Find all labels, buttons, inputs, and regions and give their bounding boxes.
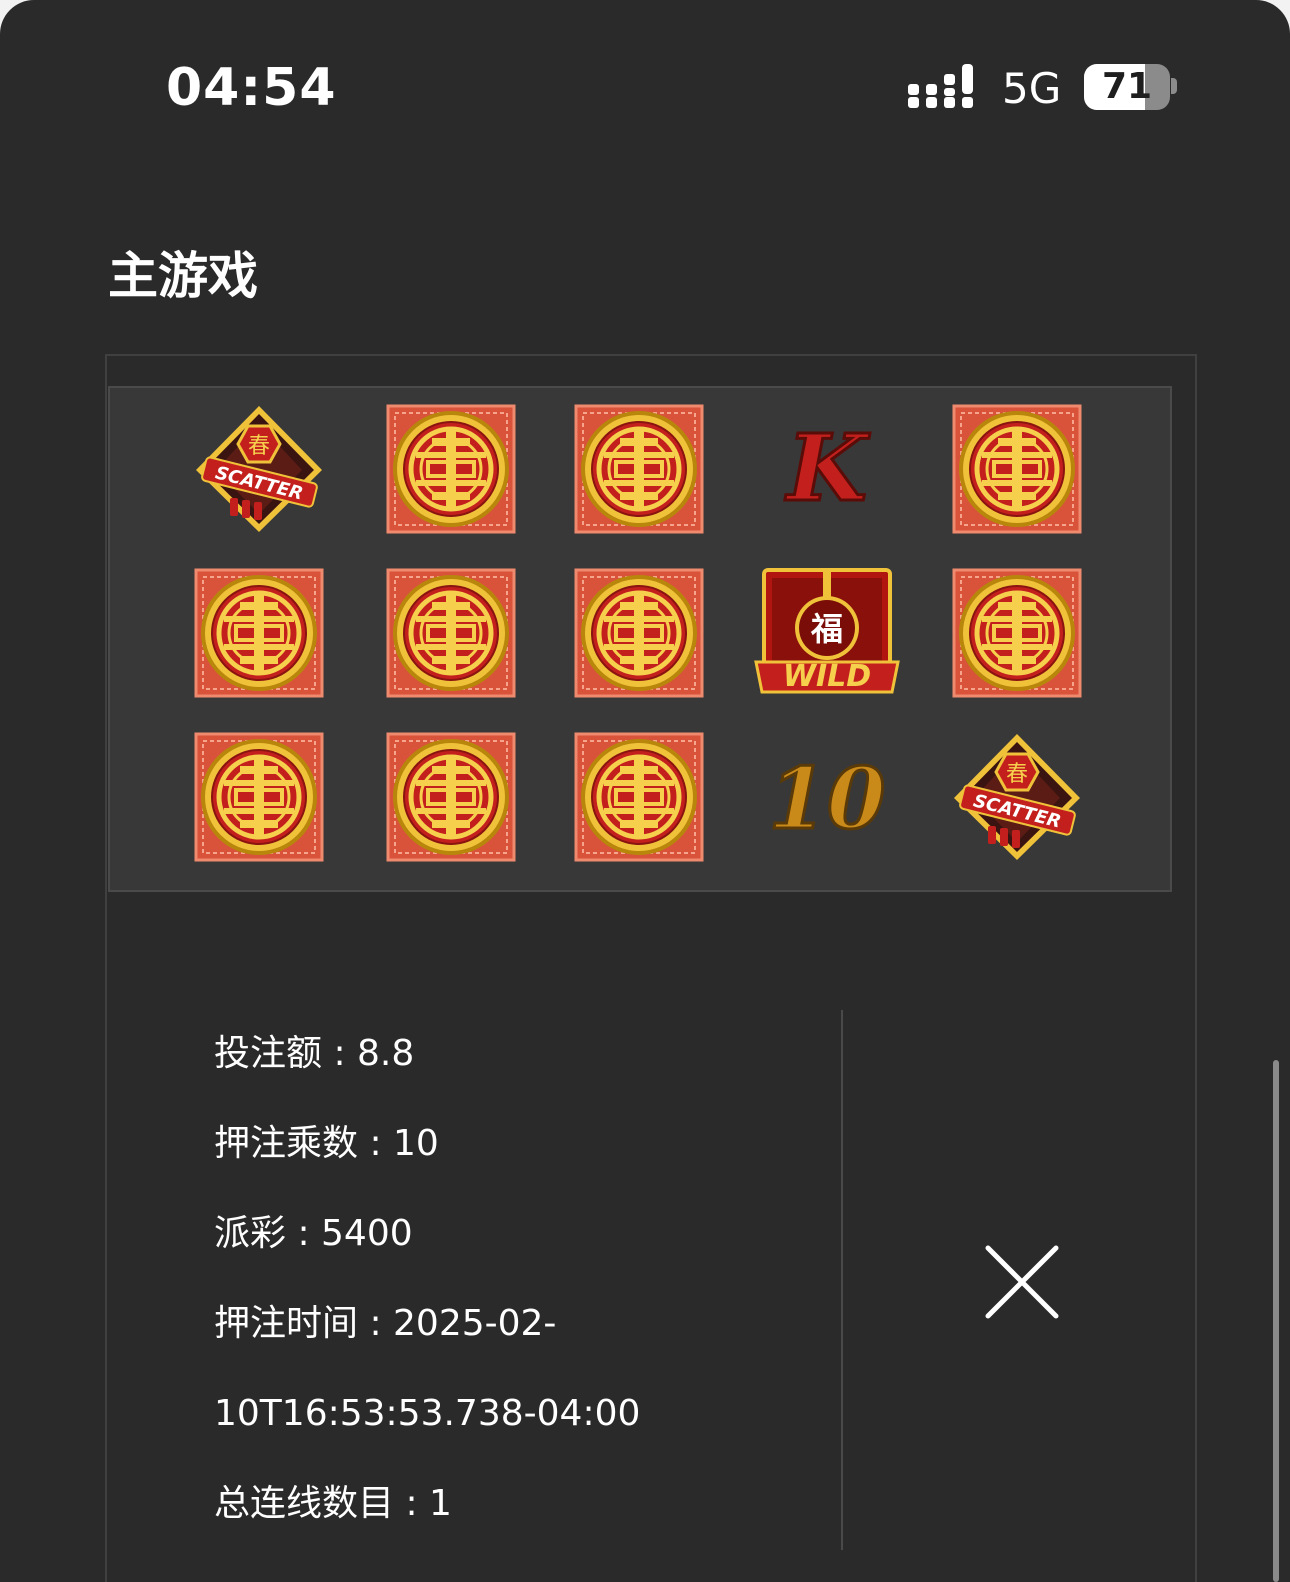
coin-symbol xyxy=(194,568,324,698)
screen: 04:54 5G 71 主游戏 春 SCATTER K 福 WILD 10 春 SCATTER… xyxy=(0,0,1290,1582)
battery-icon: 71 xyxy=(1084,64,1170,110)
coin-symbol xyxy=(574,732,704,862)
total-lines: 总连线数目 : 1 xyxy=(214,1483,452,1524)
battery-level: 71 xyxy=(1101,66,1153,107)
close-button[interactable] xyxy=(982,1242,1062,1322)
bet-time-continued: 10T16:53:53.738-04:00 xyxy=(214,1393,641,1434)
coin-symbol xyxy=(574,404,704,534)
svg-text:福: 福 xyxy=(810,610,843,648)
scrollbar[interactable] xyxy=(1273,1060,1279,1582)
bet-time: 押注时间 : 2025-02- xyxy=(214,1303,557,1344)
coin-symbol xyxy=(952,568,1082,698)
battery-cap xyxy=(1171,78,1177,94)
reel-grid: 春 SCATTER K 福 WILD 10 春 SCATTER xyxy=(108,386,1172,892)
coin-symbol xyxy=(386,404,516,534)
vertical-divider xyxy=(841,1010,843,1550)
status-time: 04:54 xyxy=(166,58,337,118)
ten-symbol: 10 xyxy=(762,732,892,862)
page-title: 主游戏 xyxy=(108,247,258,305)
close-icon xyxy=(985,1245,1059,1319)
scatter-symbol: 春 SCATTER xyxy=(952,732,1082,862)
k-symbol: K xyxy=(762,404,892,534)
bet-multiplier: 押注乘数 : 10 xyxy=(214,1123,439,1164)
bet-amount: 投注额 : 8.8 xyxy=(214,1033,415,1074)
svg-text:WILD: WILD xyxy=(783,659,871,694)
svg-text:10: 10 xyxy=(769,749,886,848)
wild-symbol: 福 WILD xyxy=(754,568,900,698)
coin-symbol xyxy=(386,568,516,698)
scatter-symbol: 春 SCATTER xyxy=(194,404,324,534)
network-type: 5G xyxy=(1002,64,1062,113)
svg-text:春: 春 xyxy=(248,434,270,459)
payout: 派彩 : 5400 xyxy=(214,1213,413,1254)
bet-info: 投注额 : 8.8 押注乘数 : 10 派彩 : 5400 押注时间 : 202… xyxy=(214,1030,640,1570)
coin-symbol xyxy=(952,404,1082,534)
coin-symbol xyxy=(386,732,516,862)
svg-text:K: K xyxy=(784,414,871,522)
coin-symbol xyxy=(194,732,324,862)
coin-symbol xyxy=(574,568,704,698)
svg-text:春: 春 xyxy=(1006,762,1028,787)
signal-icon xyxy=(908,64,973,108)
